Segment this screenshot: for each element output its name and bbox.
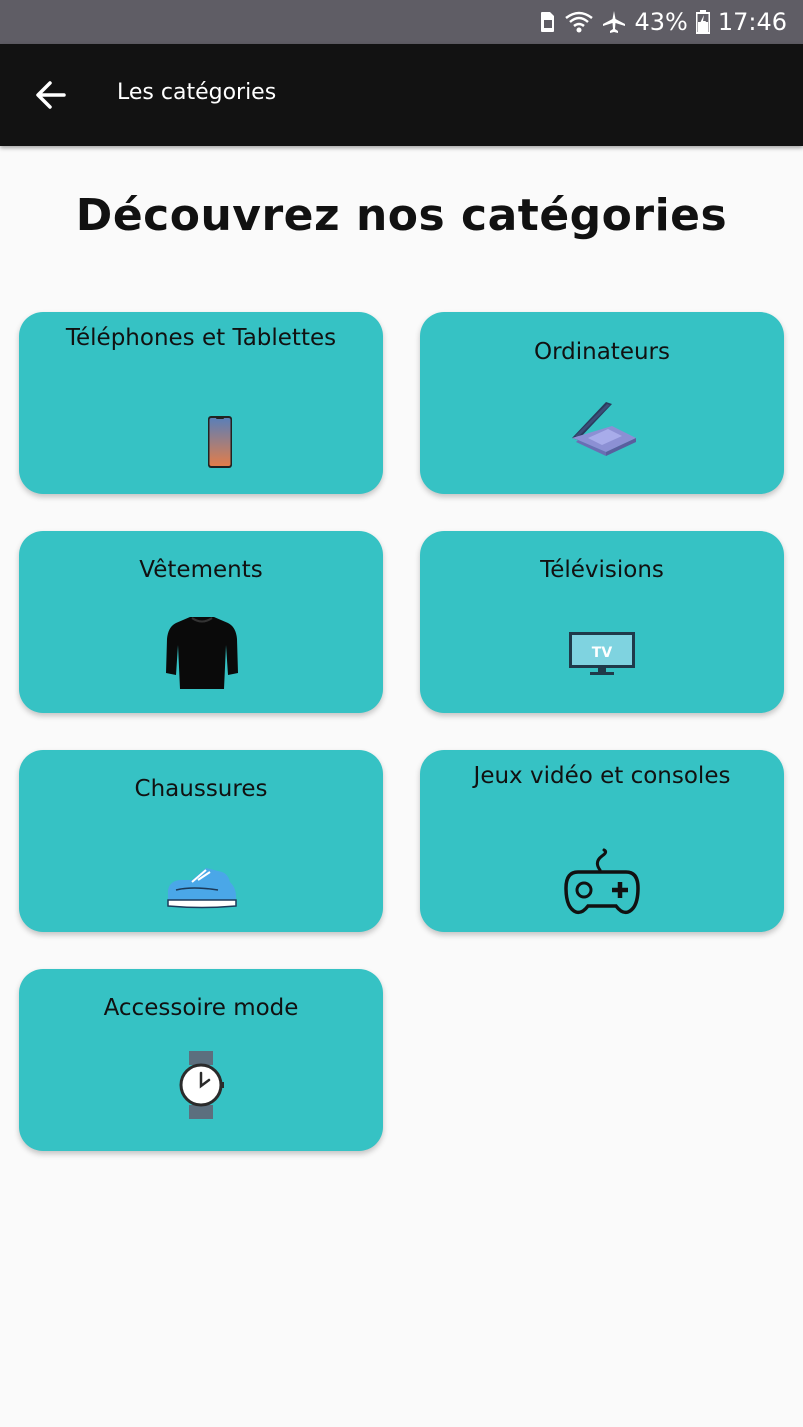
gamepad-icon <box>564 848 640 915</box>
airplane-icon <box>603 11 626 33</box>
app-bar: Les catégories <box>0 44 803 146</box>
battery-icon <box>695 10 710 34</box>
category-label: Vêtements <box>139 557 263 583</box>
tv-icon: TV <box>569 632 635 675</box>
arrow-left-icon <box>36 81 66 109</box>
section-heading: Découvrez nos catégories <box>75 190 728 241</box>
category-label: Ordinateurs <box>533 339 670 365</box>
back-button[interactable] <box>30 74 72 116</box>
category-card-accessoire-mode[interactable]: Accessoire mode <box>19 969 383 1151</box>
watch-icon <box>179 1051 224 1119</box>
wifi-icon <box>565 11 594 33</box>
category-label: Chaussures <box>134 776 268 802</box>
status-bar: 43% 17:46 <box>0 0 803 44</box>
sweater-icon <box>166 617 238 689</box>
category-card-ordinateurs[interactable]: Ordinateurs <box>420 312 784 494</box>
category-label: Accessoire mode <box>103 995 299 1021</box>
category-card-vetements[interactable]: Vêtements <box>19 531 383 713</box>
status-icons: 43% 17:46 <box>540 0 787 44</box>
page-title: Les catégories <box>117 80 277 105</box>
clock: 17:46 <box>717 8 787 36</box>
category-label: Téléphones et Tablettes <box>65 325 337 351</box>
smartphone-icon <box>208 416 232 468</box>
sneaker-icon <box>167 868 237 909</box>
battery-percent: 43% <box>634 8 688 36</box>
category-label: Jeux vidéo et consoles <box>473 763 731 789</box>
tv-icon-label: TV <box>592 645 613 661</box>
laptop-icon <box>572 402 636 456</box>
sim-icon <box>541 12 555 32</box>
category-card-chaussures[interactable]: Chaussures <box>19 750 383 932</box>
category-card-telephones[interactable]: Téléphones et Tablettes <box>19 312 383 494</box>
category-card-jeux-video[interactable]: Jeux vidéo et consoles <box>420 750 784 932</box>
category-card-televisions[interactable]: Télévisions TV <box>420 531 784 713</box>
category-label: Télévisions <box>540 557 664 583</box>
